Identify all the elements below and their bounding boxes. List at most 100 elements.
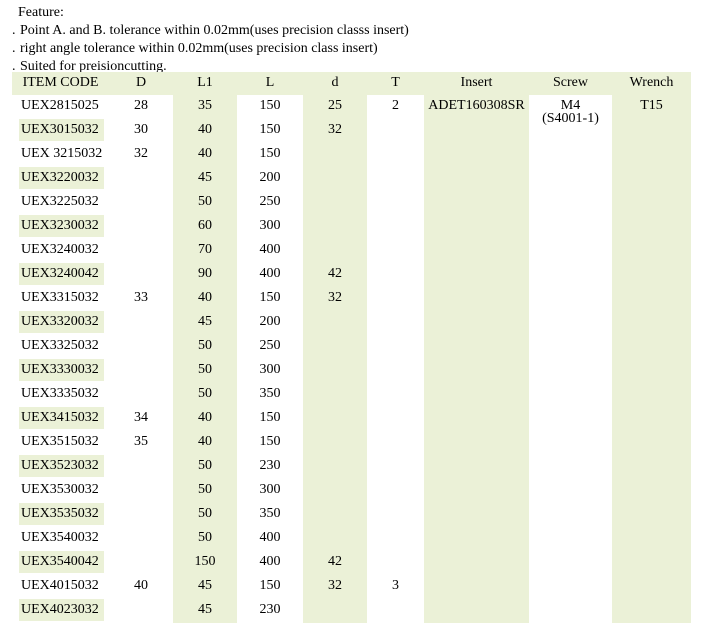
cell-shank-d xyxy=(303,335,367,359)
table-row: UEX2815025 28 35 150 25 2 ADET160308SR M4 (S4001… xyxy=(12,95,691,126)
item-code-text: UEX3530032 xyxy=(21,482,99,497)
cell-insert xyxy=(424,407,529,431)
cell-l-length: 200 xyxy=(237,311,303,335)
cell-l-length: 250 xyxy=(237,191,303,215)
item-code-text: UEX3540042 xyxy=(19,551,104,573)
table-row: UEX3325032 50 250 xyxy=(12,335,691,359)
cell-insert xyxy=(424,311,529,335)
cell-wrench xyxy=(612,503,691,527)
column-header-d-diameter: D xyxy=(109,72,173,95)
cell-d-diameter xyxy=(109,455,173,479)
cell-shank-d: 25 xyxy=(303,95,367,119)
cell-d-diameter xyxy=(109,551,173,575)
cell-d-diameter xyxy=(109,527,173,551)
cell-t-value xyxy=(367,143,424,167)
bullet: . xyxy=(12,23,16,38)
cell-t-value xyxy=(367,407,424,431)
spec-table-container: ITEM CODE D L1 Ld T Insert Screw Wrench UEX2815… xyxy=(12,72,691,634)
item-code-text: UEX3515032 xyxy=(21,434,99,449)
table-row: UEX3240032 70 400 xyxy=(12,239,691,263)
cell-l-length: 300 xyxy=(237,479,303,503)
column-header-l1-length: L1 xyxy=(173,72,237,95)
cell-item-code: UEX3523032 xyxy=(12,455,109,479)
cell-d-diameter xyxy=(109,359,173,383)
cell-l1-length: 150 xyxy=(173,551,237,575)
item-code-text: UEX3535032 xyxy=(19,503,104,525)
cell-insert xyxy=(424,503,529,527)
cell-t-value xyxy=(367,119,424,143)
cell-shank-d xyxy=(303,215,367,239)
cell-t-value xyxy=(367,287,424,311)
column-header-shank-d: d xyxy=(303,72,367,95)
cell-l1-length: 50 xyxy=(173,383,237,407)
cell-l1-length: 90 xyxy=(173,263,237,287)
cell-d-diameter xyxy=(109,311,173,335)
cell-insert xyxy=(424,455,529,479)
cell-item-code: UEX3315032 xyxy=(12,287,109,311)
cell-d-diameter xyxy=(109,383,173,407)
cell-insert xyxy=(424,239,529,263)
cell-shank-d: 32 xyxy=(303,575,367,599)
cell-screw xyxy=(529,551,612,575)
table-row: UEX3515032 35 40 150 xyxy=(12,431,691,455)
cell-t-value xyxy=(367,503,424,527)
cell-shank-d: 42 xyxy=(303,263,367,287)
cell-l-length: 400 xyxy=(237,527,303,551)
column-header-insert: Insert xyxy=(424,72,529,95)
item-code-text: UEX3325032 xyxy=(21,338,99,353)
cell-l-length: 150 xyxy=(237,407,303,431)
cell-shank-d xyxy=(303,599,367,623)
cell-item-code: UEX3540032 xyxy=(12,527,109,551)
table-row: UEX3415032 34 40 150 xyxy=(12,407,691,431)
item-code-text: UEX3220032 xyxy=(19,167,104,189)
cell-d-diameter: 30 xyxy=(109,119,173,143)
cell-d-diameter xyxy=(109,215,173,239)
spec-table: ITEM CODE D L1 Ld T Insert Screw Wrench UEX2815… xyxy=(12,72,691,623)
cell-l1-length: 35 xyxy=(173,95,237,119)
cell-l-length: 300 xyxy=(237,359,303,383)
cell-item-code: UEX3415032 xyxy=(12,407,109,431)
cell-screw xyxy=(529,527,612,551)
cell-l-length: 400 xyxy=(237,263,303,287)
cell-shank-d xyxy=(303,503,367,527)
item-code-text: UEX3015032 xyxy=(19,119,104,141)
cell-l1-length: 60 xyxy=(173,215,237,239)
cell-l-length: 350 xyxy=(237,383,303,407)
cell-screw xyxy=(529,431,612,455)
feature-item: . Point A. and B. tolerance within 0.02mm… xyxy=(12,23,409,38)
column-header-item-code: ITEM CODE xyxy=(12,72,109,95)
item-code-text: UEX3330032 xyxy=(19,359,104,381)
cell-l1-length: 45 xyxy=(173,311,237,335)
cell-t-value xyxy=(367,527,424,551)
cell-l-length: 400 xyxy=(237,239,303,263)
cell-t-value xyxy=(367,479,424,503)
cell-d-diameter: 35 xyxy=(109,431,173,455)
cell-insert xyxy=(424,335,529,359)
cell-screw xyxy=(529,239,612,263)
table-row: UEX4023032 45 230 xyxy=(12,599,691,623)
cell-l1-length: 45 xyxy=(173,575,237,599)
cell-item-code: UEX3330032 xyxy=(12,359,109,383)
cell-l-length: 150 xyxy=(237,95,303,119)
cell-item-code: UEX3325032 xyxy=(12,335,109,359)
cell-l1-length: 40 xyxy=(173,407,237,431)
cell-t-value xyxy=(367,551,424,575)
item-code-text: UEX3240032 xyxy=(21,242,99,257)
cell-insert xyxy=(424,575,529,599)
item-code-text: UEX4015032 xyxy=(21,578,99,593)
cell-l1-length: 40 xyxy=(173,431,237,455)
cell-shank-d xyxy=(303,167,367,191)
cell-wrench xyxy=(612,191,691,215)
cell-t-value xyxy=(367,215,424,239)
cell-insert xyxy=(424,119,529,143)
cell-wrench xyxy=(612,167,691,191)
cell-t-value xyxy=(367,311,424,335)
cell-l1-length: 50 xyxy=(173,191,237,215)
cell-l1-length: 50 xyxy=(173,527,237,551)
table-row: UEX3320032 45 200 xyxy=(12,311,691,335)
column-header-wrench: Wrench xyxy=(612,72,691,95)
cell-screw: M4 (S4001-1) xyxy=(529,95,612,126)
cell-l-length: 400 xyxy=(237,551,303,575)
cell-l1-length: 40 xyxy=(173,287,237,311)
cell-wrench xyxy=(612,287,691,311)
